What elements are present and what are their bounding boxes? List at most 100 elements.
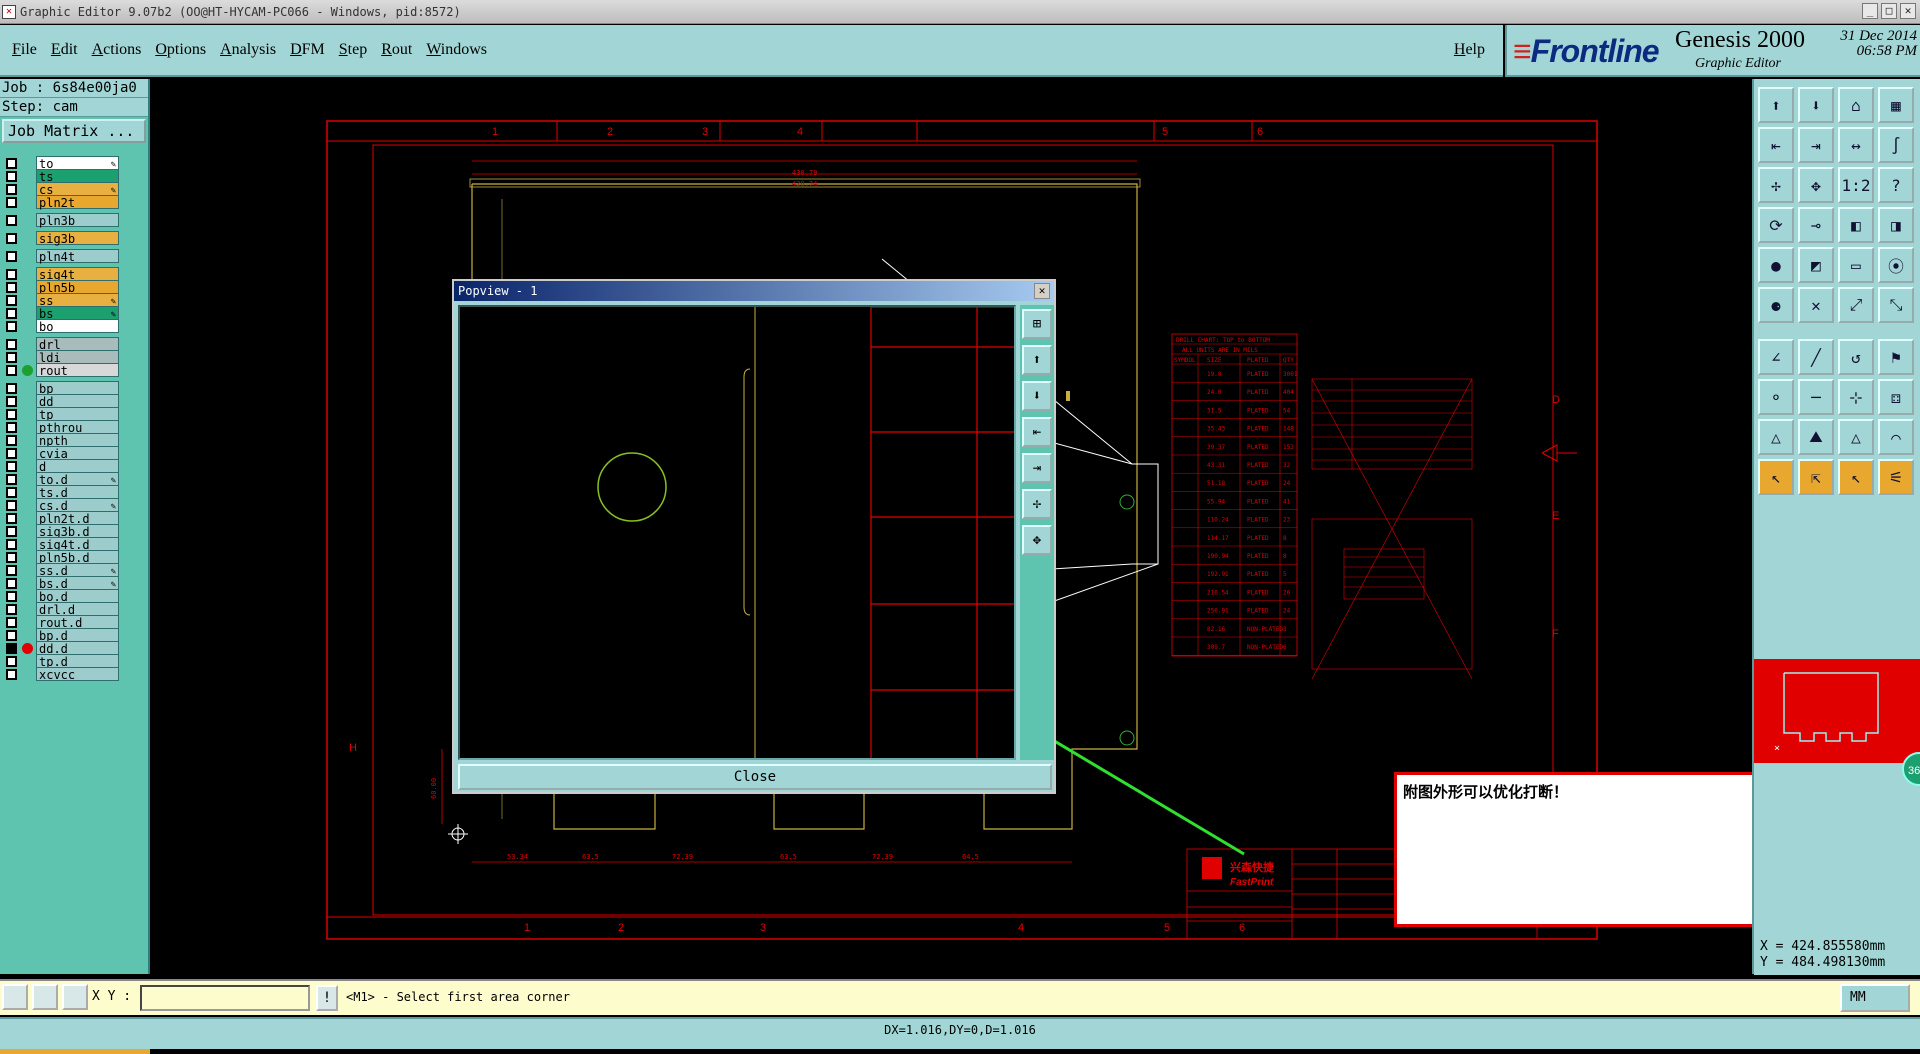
layer-checkbox[interactable]	[6, 565, 17, 576]
layer-name[interactable]: tp	[36, 407, 119, 422]
layer-name[interactable]: bp.d	[36, 628, 119, 643]
cluster-icon-button[interactable]: ⚃	[1878, 379, 1914, 415]
menu-help[interactable]: Help	[1454, 41, 1485, 59]
layer-row-to[interactable]: to ✎	[0, 156, 150, 171]
layers-icon-button[interactable]: ◨	[1878, 207, 1914, 243]
layer-row-bs[interactable]: bs ✎	[0, 306, 150, 321]
xy-input[interactable]	[140, 985, 310, 1011]
menu-dfm[interactable]: DFM	[290, 41, 325, 59]
layer-name[interactable]: rout	[36, 363, 119, 378]
layer-row-dd[interactable]: dd	[0, 394, 150, 409]
layer-checkbox[interactable]	[6, 552, 17, 563]
move-icon-button[interactable]: ⇤	[1758, 127, 1794, 163]
layer-checkbox[interactable]	[6, 617, 17, 628]
point-icon-button[interactable]: ⦿	[1878, 247, 1914, 283]
layer-name[interactable]: dd	[36, 394, 119, 409]
pan-right-icon-button[interactable]: ⇥	[1022, 453, 1052, 483]
layer-checkbox[interactable]	[6, 513, 17, 524]
layer-row-pthrou[interactable]: pthrou	[0, 420, 150, 435]
layer-name[interactable]: sig3b	[36, 231, 119, 246]
layer-checkbox[interactable]	[6, 197, 17, 208]
save-icon-button[interactable]: ⬇	[1798, 87, 1834, 123]
layer-checkbox[interactable]	[6, 487, 17, 498]
layer-row-d[interactable]: d	[0, 459, 150, 474]
layer-name[interactable]: ldi	[36, 350, 119, 365]
layer-row-sig4t[interactable]: sig4t	[0, 267, 150, 282]
snap-icon[interactable]	[2, 984, 28, 1010]
layer-row-tp[interactable]: tp	[0, 407, 150, 422]
layer-checkbox[interactable]	[6, 435, 17, 446]
layer-row-pln2t[interactable]: pln2t	[0, 195, 150, 210]
menu-file[interactable]: File	[12, 41, 37, 59]
center-icon-button[interactable]: ✥	[1798, 167, 1834, 203]
help-icon-button[interactable]: ?	[1878, 167, 1914, 203]
layer-row-ts[interactable]: ts	[0, 169, 150, 184]
measure-icon-button[interactable]: ⊸	[1798, 207, 1834, 243]
graphic-canvas[interactable]: 123456123456DEFHH 430.79 428.74 53.3463.…	[152, 79, 1784, 974]
layer-row-bo[interactable]: bo	[0, 319, 150, 334]
layer-name[interactable]: drl.d	[36, 602, 119, 617]
home-icon-button[interactable]: ⌂	[1838, 87, 1874, 123]
lasso-icon-button[interactable]: ↖	[1838, 459, 1874, 495]
layer-row-pln5b[interactable]: pln5b	[0, 280, 150, 295]
layer-name[interactable]: npth	[36, 433, 119, 448]
layer-checkbox[interactable]	[6, 295, 17, 306]
layer-row-rout-d[interactable]: rout.d	[0, 615, 150, 630]
ruler-icon-button[interactable]: ▭	[1838, 247, 1874, 283]
delete-icon-button[interactable]: ✕	[1798, 287, 1834, 323]
menu-edit[interactable]: Edit	[51, 41, 78, 59]
fill-icon-button[interactable]: ●	[1758, 247, 1794, 283]
layer-name[interactable]: bo	[36, 319, 119, 334]
layer-name[interactable]: ss ✎	[36, 293, 119, 308]
pointer-icon-button[interactable]: ↖	[1758, 459, 1794, 495]
curve-icon-button[interactable]: ↺	[1838, 339, 1874, 375]
layer-row-cs-d[interactable]: cs.d ✎	[0, 498, 150, 513]
layer-row-bs-d[interactable]: bs.d ✎	[0, 576, 150, 591]
popview-canvas[interactable]	[458, 305, 1016, 760]
expand-icon-button[interactable]: ✢	[1022, 489, 1052, 519]
select-icon-button[interactable]: ⇱	[1798, 459, 1834, 495]
layer-checkbox[interactable]	[6, 461, 17, 472]
layer-row-ldi[interactable]: ldi	[0, 350, 150, 365]
layer-name[interactable]: ts	[36, 169, 119, 184]
layer-name[interactable]: cvia	[36, 446, 119, 461]
layer-name[interactable]: drl	[36, 337, 119, 352]
layer-name[interactable]: pln2t	[36, 195, 119, 210]
layer-icon-button[interactable]: ◧	[1838, 207, 1874, 243]
compress-icon-button[interactable]: ✥	[1022, 525, 1052, 555]
layer-row-bp[interactable]: bp	[0, 381, 150, 396]
layer-row-rout[interactable]: rout	[0, 363, 150, 378]
popview-close-button[interactable]: Close	[458, 764, 1052, 790]
maximize-button[interactable]: □	[1881, 3, 1897, 19]
line-icon-button[interactable]: ◩	[1798, 247, 1834, 283]
filter-icon-button[interactable]: ⚟	[1878, 459, 1914, 495]
layer-checkbox[interactable]	[6, 630, 17, 641]
dash-icon-button[interactable]: ─	[1798, 379, 1834, 415]
measure-icon[interactable]	[32, 984, 58, 1010]
snap-icon-button[interactable]: ∫	[1878, 127, 1914, 163]
layer-row-bo-d[interactable]: bo.d	[0, 589, 150, 604]
layer-name[interactable]: bo.d	[36, 589, 119, 604]
layer-name[interactable]: pln4t	[36, 249, 119, 264]
fit-icon-button[interactable]: ✢	[1758, 167, 1794, 203]
board-thumbnail[interactable]: ×	[1754, 659, 1920, 763]
layer-name[interactable]: pln5b	[36, 280, 119, 295]
layer-row-sig3b-d[interactable]: sig3b.d	[0, 524, 150, 539]
layer-row-drl[interactable]: drl	[0, 337, 150, 352]
layer-name[interactable]: sig4t.d	[36, 537, 119, 552]
layer-checkbox[interactable]	[6, 539, 17, 550]
minimize-button[interactable]: _	[1862, 3, 1878, 19]
layer-name[interactable]: pthrou	[36, 420, 119, 435]
flag-icon-button[interactable]: ⚑	[1878, 339, 1914, 375]
layer-name[interactable]: ss.d ✎	[36, 563, 119, 578]
layer-row-ss-d[interactable]: ss.d ✎	[0, 563, 150, 578]
menu-actions[interactable]: Actions	[92, 41, 142, 59]
layer-checkbox[interactable]	[6, 591, 17, 602]
layer-row-ss[interactable]: ss ✎	[0, 293, 150, 308]
cut-icon-button[interactable]: ╱	[1798, 339, 1834, 375]
layer-row-sig3b[interactable]: sig3b	[0, 231, 150, 246]
layer-checkbox[interactable]	[6, 409, 17, 420]
layer-row-cvia[interactable]: cvia	[0, 446, 150, 461]
layer-row-sig4t-d[interactable]: sig4t.d	[0, 537, 150, 552]
menu-windows[interactable]: Windows	[426, 41, 487, 59]
